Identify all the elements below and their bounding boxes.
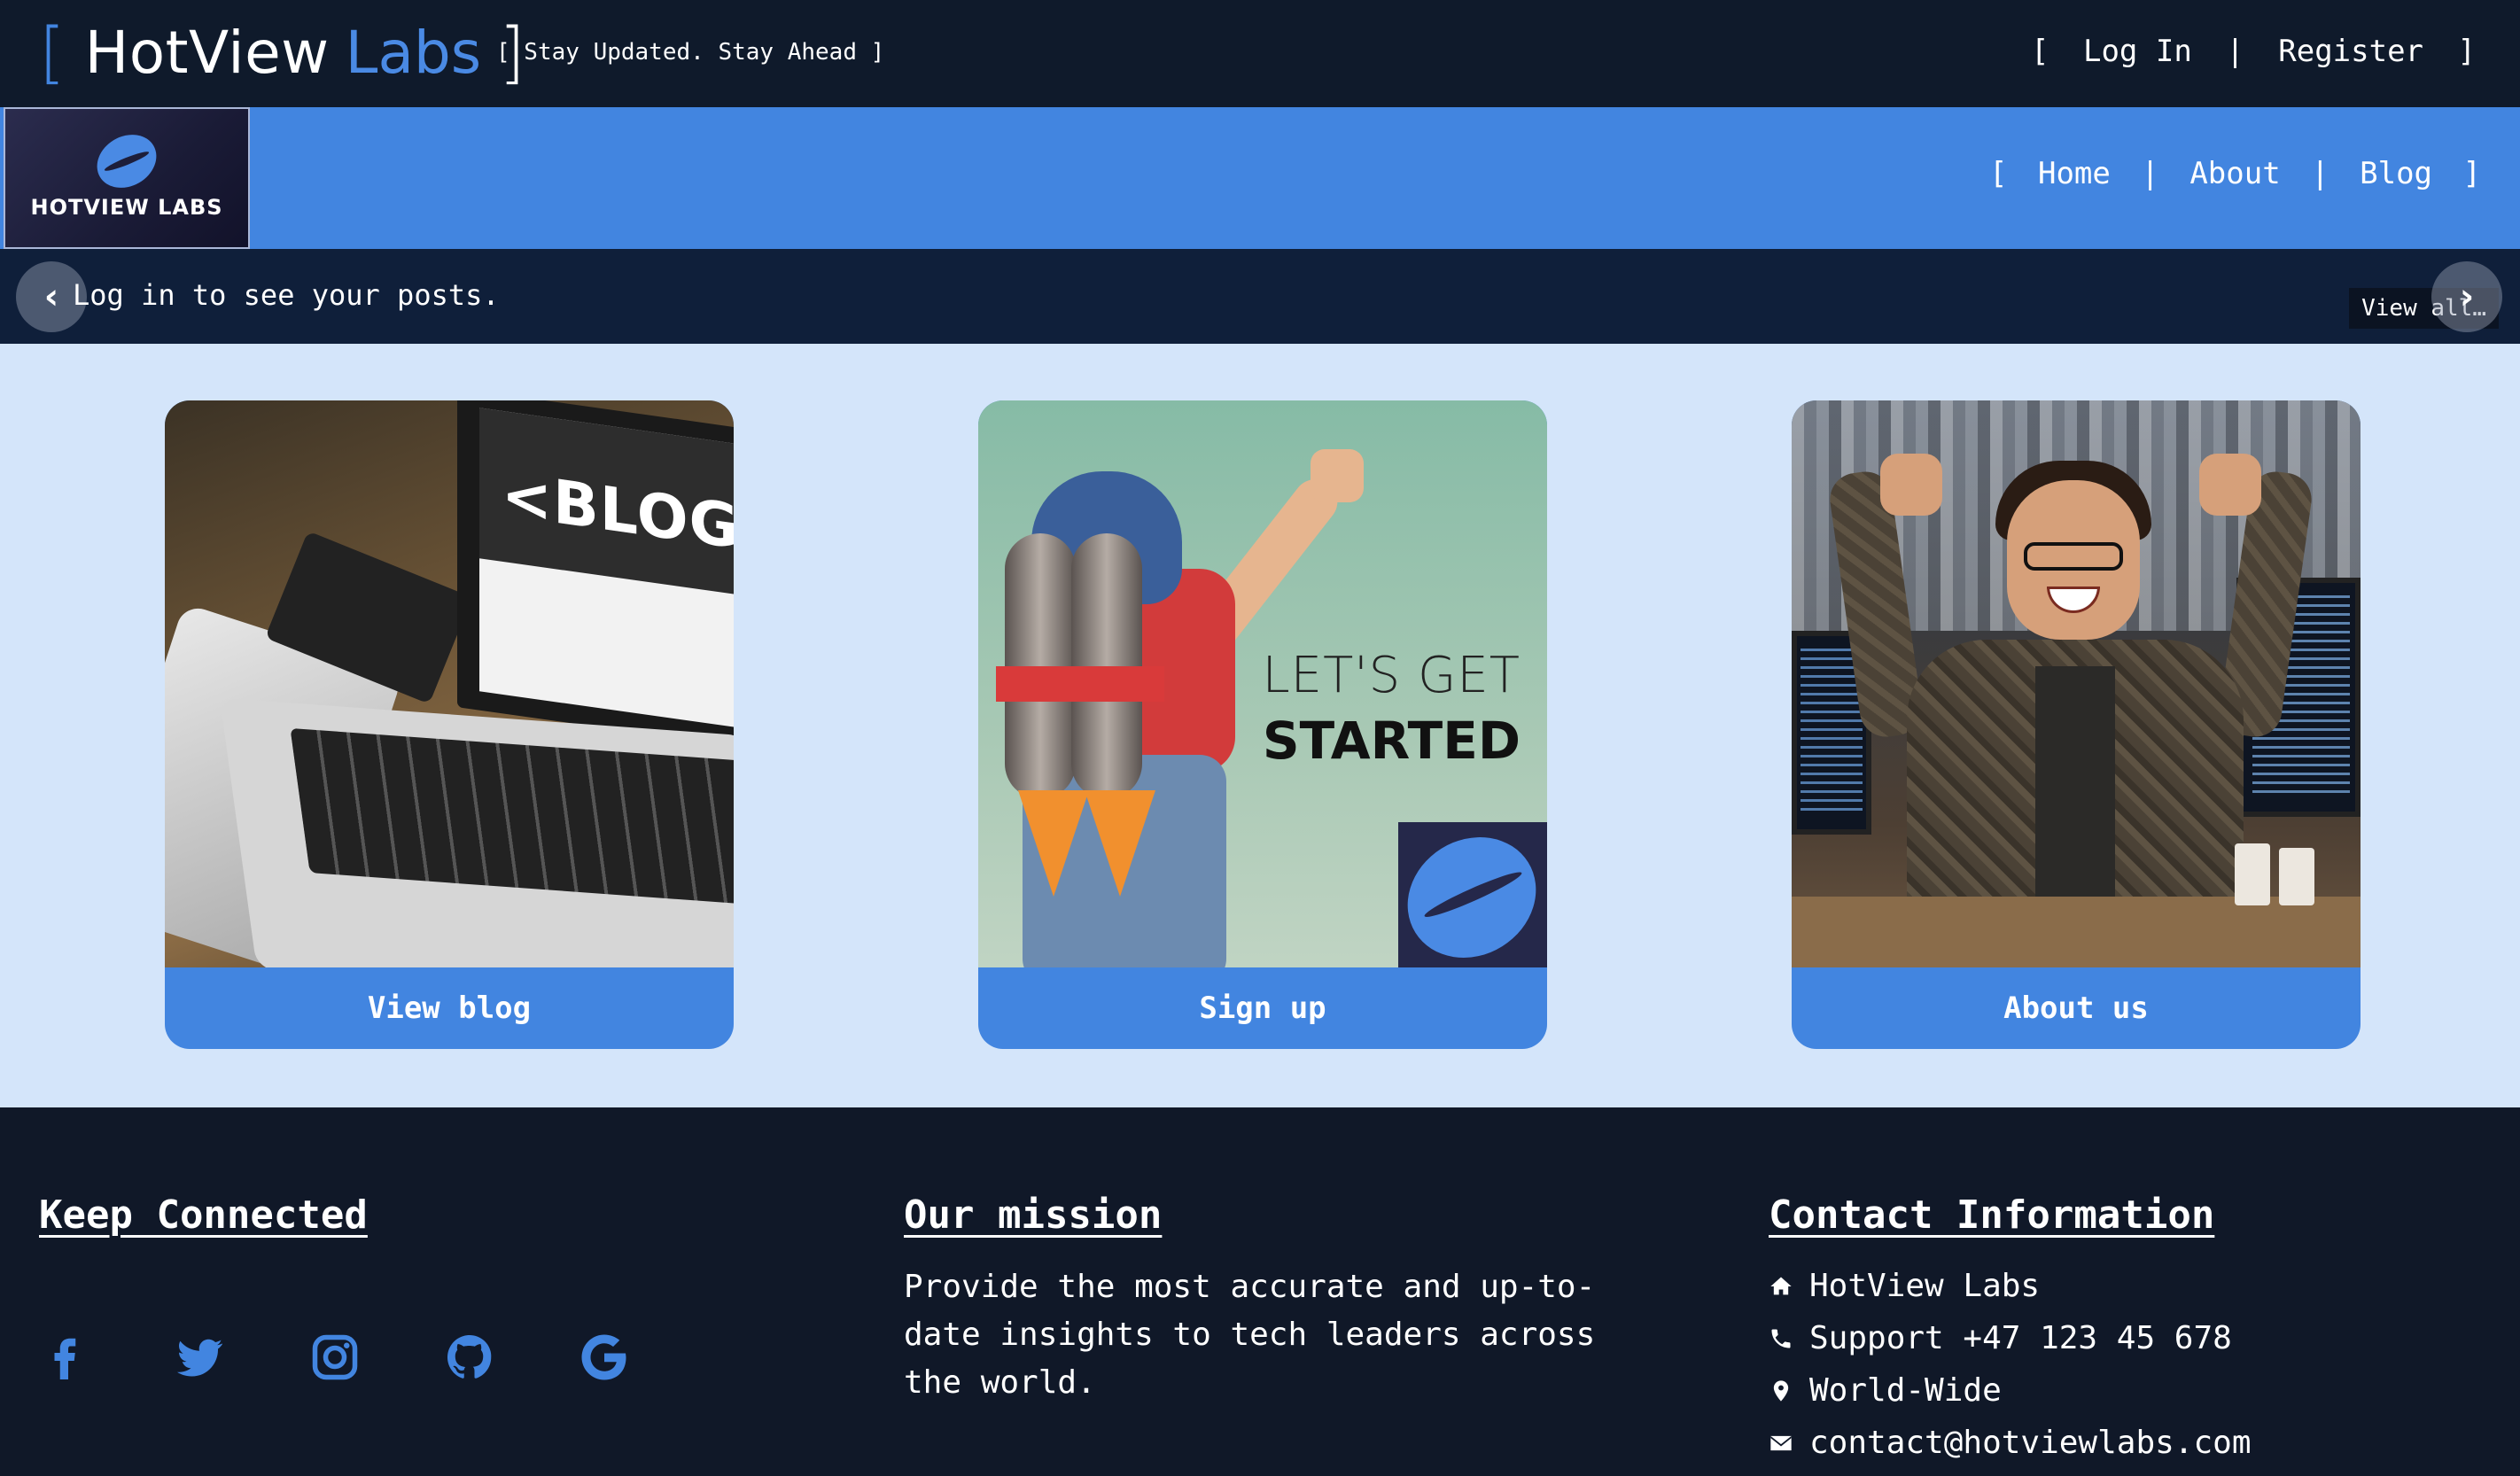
sign-up-button[interactable]: Sign up (978, 967, 1547, 1049)
instagram-icon[interactable] (308, 1331, 362, 1384)
brand-name-labs: Labs (345, 18, 482, 87)
contact-phone-row: Support +47 123 45 678 (1769, 1312, 2252, 1364)
google-icon[interactable] (578, 1331, 631, 1384)
register-link[interactable]: Register (2278, 34, 2423, 69)
about-us-button[interactable]: About us (1792, 967, 2361, 1049)
carousel-next-button[interactable]: › (2431, 261, 2502, 332)
twitter-icon[interactable] (174, 1331, 227, 1384)
auth-links: [ Log In | Register ] (2031, 34, 2476, 69)
blog-laptop-image: <BLOG> (165, 400, 734, 967)
contact-location-row: World-Wide (1769, 1364, 2252, 1417)
login-link[interactable]: Log In (2083, 34, 2192, 69)
top-bar: [ HotView Labs ] [ Stay Updated. Stay Ah… (0, 0, 2520, 107)
home-icon (1769, 1274, 1793, 1299)
auth-close-bracket: ] (2457, 34, 2476, 69)
facebook-icon[interactable] (39, 1331, 92, 1384)
auth-open-bracket: [ (2031, 34, 2049, 69)
mission-title: Our mission (904, 1192, 1163, 1238)
logo-text: HOTVIEW LABS (30, 195, 223, 220)
contact-email[interactable]: contact@hotviewlabs.com (1809, 1425, 2252, 1461)
card-sign-up[interactable]: LET'S GET STARTED Sign up (978, 400, 1547, 1049)
celebrating-developer-image (1792, 400, 2361, 967)
contact-location: World-Wide (1809, 1372, 2002, 1409)
card-view-blog[interactable]: <BLOG> View blog (165, 400, 734, 1049)
keep-connected-section: Keep Connected (39, 1192, 368, 1238)
contact-list: HotView Labs Support +47 123 45 678 Worl… (1769, 1260, 2252, 1469)
jetpack-kid-image: LET'S GET STARTED (978, 400, 1547, 967)
chevron-right-icon: › (2459, 276, 2475, 317)
brand-name-hotview: HotView (84, 18, 330, 87)
github-icon[interactable] (443, 1331, 496, 1384)
brand-open-bracket: [ (39, 12, 66, 91)
feature-cards: <BLOG> View blog LET'S GET STARTED Sign … (0, 344, 2520, 1107)
map-pin-icon (1769, 1379, 1793, 1403)
card-about-us[interactable]: About us (1792, 400, 2361, 1049)
mission-text: Provide the most accurate and up-to-date… (904, 1269, 1596, 1401)
nav-item-about[interactable]: About (2189, 156, 2280, 191)
posts-notice-bar: ‹ Log in to see your posts. View all… › (0, 249, 2520, 344)
contact-company: HotView Labs (1809, 1268, 2041, 1304)
contact-company-row: HotView Labs (1769, 1260, 2252, 1312)
nav-separator: | (2311, 156, 2329, 191)
auth-separator: | (2226, 34, 2244, 69)
footer: Keep Connected Our mission Provide the m… (0, 1107, 2520, 1476)
started-text: STARTED (1262, 711, 1521, 771)
contact-phone[interactable]: Support +47 123 45 678 (1809, 1320, 2232, 1356)
contact-email-row: contact@hotviewlabs.com (1769, 1417, 2252, 1469)
nav-close-bracket: ] (2462, 156, 2481, 191)
nav-item-blog[interactable]: Blog (2360, 156, 2432, 191)
site-logo[interactable]: HOTVIEW LABS (4, 107, 250, 249)
envelope-icon (1769, 1431, 1793, 1456)
brand[interactable]: [ HotView Labs ] (39, 12, 525, 92)
view-blog-button[interactable]: View blog (165, 967, 734, 1049)
main-nav: [ Home | About | Blog ] (1989, 156, 2481, 191)
coffee-bean-icon (87, 124, 167, 198)
social-links (39, 1331, 712, 1384)
nav-separator: | (2141, 156, 2159, 191)
contact-title: Contact Information (1769, 1192, 2215, 1238)
contact-section: Contact Information (1769, 1192, 2214, 1238)
chevron-left-icon: ‹ (43, 276, 59, 317)
main-navbar: HOTVIEW LABS [ Home | About | Blog ] (0, 107, 2520, 249)
nav-open-bracket: [ (1989, 156, 2008, 191)
nav-item-home[interactable]: Home (2038, 156, 2111, 191)
lets-get-text: LET'S GET (1262, 647, 1521, 704)
keep-connected-title: Keep Connected (39, 1192, 368, 1238)
mission-section: Our mission (904, 1192, 1162, 1238)
phone-icon (1769, 1326, 1793, 1351)
notice-text: Log in to see your posts. (73, 278, 500, 312)
tagline: [ Stay Updated. Stay Ahead ] (496, 39, 885, 66)
